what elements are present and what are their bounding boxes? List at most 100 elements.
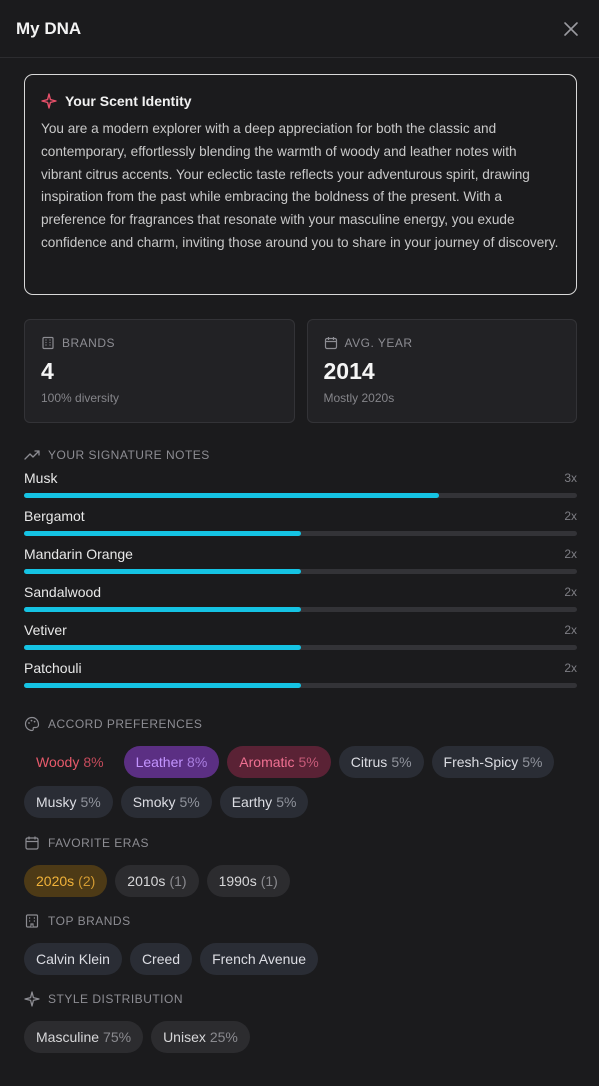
era-chip[interactable]: 2020s (2) xyxy=(24,865,108,897)
brands-stat-sub: 100% diversity xyxy=(41,391,120,405)
note-bar-fill xyxy=(24,645,301,650)
note-bar-fill xyxy=(24,569,301,574)
accord-chip[interactable]: Fresh-Spicy 5% xyxy=(431,746,555,778)
accord-chip[interactable]: Leather 8% xyxy=(123,746,220,778)
style-distribution-heading: Style Distribution xyxy=(24,991,577,1007)
note-bar-track xyxy=(24,645,577,650)
accord-name: Citrus xyxy=(350,754,388,770)
note-item: Sandalwood 2x xyxy=(24,582,577,620)
era-count: (1) xyxy=(260,873,278,889)
note-name: Patchouli xyxy=(24,660,82,676)
note-row: Patchouli 2x xyxy=(24,658,577,678)
note-item: Patchouli 2x xyxy=(24,658,577,696)
accord-chip[interactable]: Smoky 5% xyxy=(120,786,212,818)
style-chips: Masculine 75% Unisex 25% xyxy=(24,1021,577,1053)
accord-pct: 8% xyxy=(187,754,208,770)
palette-icon xyxy=(24,716,40,732)
page-title: My DNA xyxy=(16,18,82,38)
accord-pct: 5% xyxy=(80,794,101,810)
note-bar-track xyxy=(24,683,577,688)
top-brands-title: Top Brands xyxy=(48,914,131,928)
accord-name: Woody xyxy=(36,754,80,770)
accord-pct: 5% xyxy=(179,794,200,810)
note-bar-track xyxy=(24,569,577,574)
accord-chips: Woody 8% Leather 8% Aromatic 5% Citrus 5% Fresh-… xyxy=(24,746,577,818)
note-name: Vetiver xyxy=(24,622,67,638)
accord-chip[interactable]: Musky 5% xyxy=(24,786,113,818)
year-stat-label: Avg. Year xyxy=(344,336,413,350)
note-count: 2x xyxy=(564,585,577,599)
era-chips: 2020s (2) 2010s (1) 1990s (1) xyxy=(24,865,577,897)
accord-preferences-title: Accord Preferences xyxy=(48,717,203,731)
style-chip[interactable]: Unisex 25% xyxy=(151,1021,250,1053)
note-name: Bergamot xyxy=(24,508,85,524)
sparkle-icon xyxy=(24,991,40,1007)
accord-chip[interactable]: Woody 8% xyxy=(24,746,116,778)
note-item: Musk 3x xyxy=(24,468,577,506)
note-row: Bergamot 2x xyxy=(24,506,577,526)
note-bar-track xyxy=(24,493,577,498)
favorite-eras-heading: Favorite Eras xyxy=(24,835,577,851)
accord-name: Leather xyxy=(135,754,184,770)
style-name: Unisex xyxy=(163,1029,206,1045)
accord-chip[interactable]: Aromatic 5% xyxy=(227,746,331,778)
accord-preferences-heading: Accord Preferences xyxy=(24,716,577,732)
note-name: Musk xyxy=(24,470,58,486)
era-name: 2010s xyxy=(127,873,166,889)
era-chip[interactable]: 1990s (1) xyxy=(206,865,290,897)
note-bar-fill xyxy=(24,683,301,688)
style-pct: 25% xyxy=(209,1029,238,1045)
accord-pct: 8% xyxy=(83,754,104,770)
note-row: Vetiver 2x xyxy=(24,620,577,640)
identity-title: Your Scent Identity xyxy=(65,93,192,109)
brand-name: Creed xyxy=(141,951,181,967)
accord-pct: 5% xyxy=(391,754,412,770)
calendar-icon xyxy=(25,836,39,850)
note-count: 2x xyxy=(564,509,577,523)
building-icon xyxy=(42,336,54,350)
style-chip[interactable]: Masculine 75% xyxy=(24,1021,144,1053)
accord-name: Aromatic xyxy=(239,754,295,770)
brand-chip[interactable]: Calvin Klein xyxy=(24,943,122,975)
note-bar-track xyxy=(24,531,577,536)
era-chip[interactable]: 2010s (1) xyxy=(115,865,199,897)
identity-text: You are a modern explorer with a deep ap… xyxy=(41,121,559,250)
accord-name: Smoky xyxy=(132,794,176,810)
style-pct: 75% xyxy=(103,1029,132,1045)
style-distribution-title: Style Distribution xyxy=(48,992,184,1006)
brand-chip[interactable]: Creed xyxy=(129,943,193,975)
year-stat-card: Avg. Year 2014 Mostly 2020s xyxy=(306,319,577,423)
note-name: Mandarin Orange xyxy=(24,546,133,562)
year-stat-value: 2014 xyxy=(323,358,375,384)
note-count: 2x xyxy=(564,623,577,637)
signature-notes-heading: Your Signature Notes xyxy=(24,448,577,462)
note-row: Musk 3x xyxy=(24,468,577,488)
note-row: Mandarin Orange 2x xyxy=(24,544,577,564)
close-button[interactable] xyxy=(559,17,583,41)
building-icon xyxy=(25,914,39,928)
brands-stat-value: 4 xyxy=(41,358,54,384)
signature-notes-list: Musk 3x Bergamot 2x Mandarin Orange 2x Sandalw… xyxy=(24,468,577,696)
signature-notes-title: Your Signature Notes xyxy=(48,448,210,462)
note-count: 2x xyxy=(564,547,577,561)
note-bar-fill xyxy=(24,531,301,536)
accord-name: Fresh-Spicy xyxy=(443,754,519,770)
note-item: Mandarin Orange 2x xyxy=(24,544,577,582)
accord-pct: 5% xyxy=(522,754,543,770)
brand-chip[interactable]: French Avenue xyxy=(200,943,318,975)
note-count: 2x xyxy=(564,661,577,675)
accord-chip[interactable]: Earthy 5% xyxy=(219,786,309,818)
favorite-eras-title: Favorite Eras xyxy=(48,836,149,850)
style-name: Masculine xyxy=(36,1029,100,1045)
sparkle-icon xyxy=(41,93,57,109)
note-bar-fill xyxy=(24,493,439,498)
note-count: 3x xyxy=(564,471,577,485)
note-row: Sandalwood 2x xyxy=(24,582,577,602)
note-name: Sandalwood xyxy=(24,584,102,600)
trending-up-icon xyxy=(24,450,40,460)
accord-chip[interactable]: Citrus 5% xyxy=(338,746,424,778)
scent-identity-card: Your Scent Identity You are a modern exp… xyxy=(24,74,577,295)
accord-name: Earthy xyxy=(231,794,273,810)
note-bar-track xyxy=(24,607,577,612)
era-name: 1990s xyxy=(218,873,257,889)
